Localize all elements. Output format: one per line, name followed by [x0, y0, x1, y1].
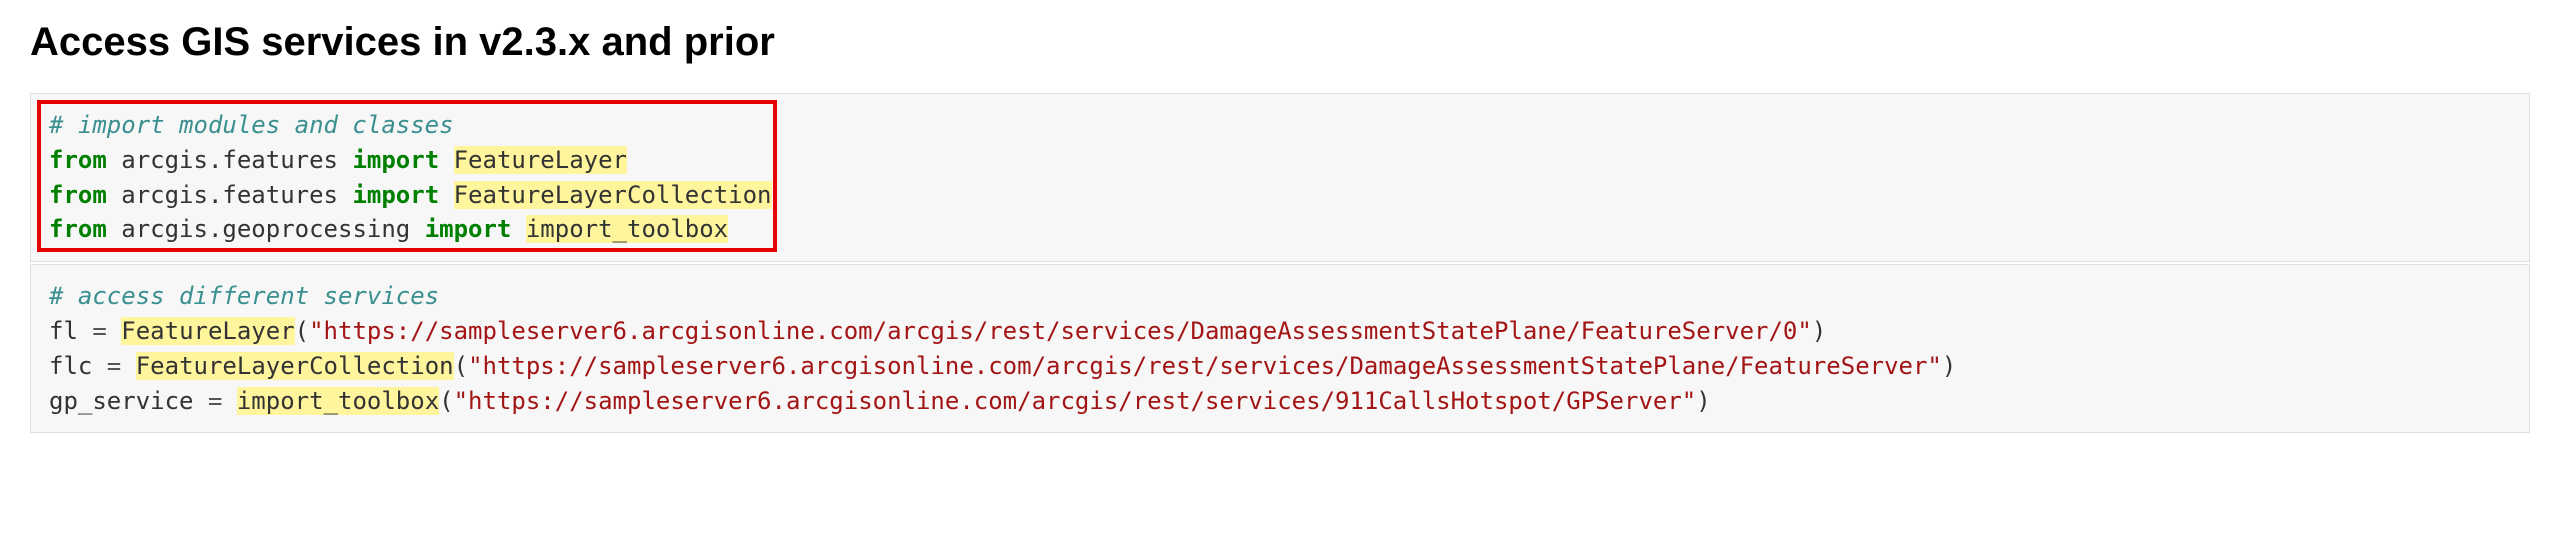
paren-open: ( [295, 317, 309, 345]
variable-gpservice: gp_service [49, 387, 194, 415]
string-url-2: "https://sampleserver6.arcgisonline.com/… [468, 352, 1942, 380]
string-url-3: "https://sampleserver6.arcgisonline.com/… [454, 387, 1697, 415]
paren-close: ) [1696, 387, 1710, 415]
code-block-usage: # access different services fl = Feature… [30, 264, 2530, 433]
module-name: arcgis.features [121, 146, 338, 174]
call-featurelayercollection: FeatureLayerCollection [136, 352, 454, 380]
paren-close: ) [1812, 317, 1826, 345]
paren-close: ) [1942, 352, 1956, 380]
keyword-import: import [425, 215, 512, 243]
paren-open: ( [439, 387, 453, 415]
function-name-import-toolbox: import_toolbox [526, 215, 728, 243]
keyword-from: from [49, 215, 107, 243]
string-url-1: "https://sampleserver6.arcgisonline.com/… [309, 317, 1812, 345]
keyword-import: import [352, 146, 439, 174]
keyword-from: from [49, 181, 107, 209]
call-featurelayer: FeatureLayer [121, 317, 294, 345]
assign-op: = [194, 387, 237, 415]
module-name: arcgis.features [121, 181, 338, 209]
variable-fl: fl [49, 317, 78, 345]
code-block-imports: # import modules and classes from arcgis… [30, 93, 2530, 262]
assign-op: = [78, 317, 121, 345]
variable-flc: flc [49, 352, 92, 380]
class-name-featurelayer: FeatureLayer [454, 146, 627, 174]
module-name: arcgis.geoprocessing [121, 215, 410, 243]
keyword-import: import [352, 181, 439, 209]
section-heading: Access GIS services in v2.3.x and prior [30, 20, 2530, 65]
call-import-toolbox: import_toolbox [237, 387, 439, 415]
class-name-featurelayercollection: FeatureLayerCollection [454, 181, 772, 209]
keyword-from: from [49, 146, 107, 174]
paren-open: ( [454, 352, 468, 380]
code-comment: # access different services [49, 282, 439, 310]
assign-op: = [92, 352, 135, 380]
code-comment: # import modules and classes [49, 111, 454, 139]
